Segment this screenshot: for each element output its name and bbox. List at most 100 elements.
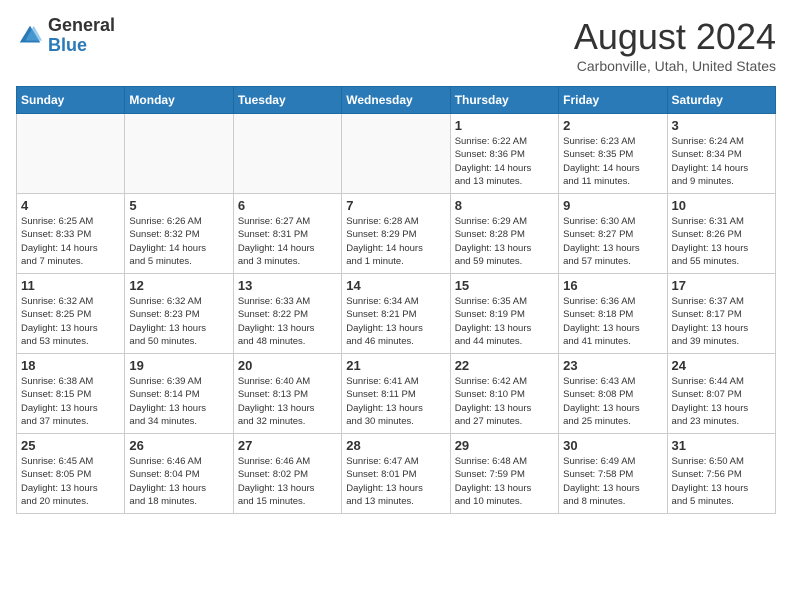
day-header-thursday: Thursday [450,87,558,114]
calendar-cell: 9 Sunrise: 6:30 AM Sunset: 8:27 PM Daylig… [559,194,667,274]
location-label: Carbonville, Utah, United States [574,58,776,74]
week-row-2: 4 Sunrise: 6:25 AM Sunset: 8:33 PM Daylig… [17,194,776,274]
calendar-cell: 28Sunrise: 6:47 AM Sunset: 8:01 PM Dayli… [342,434,450,514]
day-info: Sunrise: 6:25 AM Sunset: 8:33 PM Dayligh… [21,215,120,268]
day-info: Sunrise: 6:48 AM Sunset: 7:59 PM Dayligh… [455,455,554,508]
week-row-4: 18 Sunrise: 6:38 AM Sunset: 8:15 PM Dayli… [17,354,776,434]
calendar-cell: 26 Sunrise: 6:46 AM Sunset: 8:04 PM Dayli… [125,434,233,514]
day-number: 14 [346,278,445,293]
day-number: 19 [129,358,228,373]
day-info: Sunrise: 6:24 AM Sunset: 8:34 PM Dayligh… [672,135,771,188]
day-number: 24 [672,358,771,373]
day-header-wednesday: Wednesday [342,87,450,114]
day-number: 4 [21,198,120,213]
day-number: 18 [21,358,120,373]
day-number: 10 [672,198,771,213]
day-info: Sunrise: 6:32 AM Sunset: 8:23 PM Dayligh… [129,295,228,348]
logo-icon [16,22,44,50]
calendar-cell: 11 Sunrise: 6:32 AM Sunset: 8:25 PM Dayli… [17,274,125,354]
calendar-cell: 31 Sunrise: 6:50 AM Sunset: 7:56 PM Dayli… [667,434,775,514]
calendar-cell: 14Sunrise: 6:34 AM Sunset: 8:21 PM Dayli… [342,274,450,354]
calendar-cell [233,114,341,194]
day-info: Sunrise: 6:26 AM Sunset: 8:32 PM Dayligh… [129,215,228,268]
day-header-monday: Monday [125,87,233,114]
day-number: 29 [455,438,554,453]
calendar-cell: 25 Sunrise: 6:45 AM Sunset: 8:05 PM Dayli… [17,434,125,514]
calendar-table: SundayMondayTuesdayWednesdayThursdayFrid… [16,86,776,514]
day-header-tuesday: Tuesday [233,87,341,114]
day-number: 12 [129,278,228,293]
calendar-cell: 24 Sunrise: 6:44 AM Sunset: 8:07 PM Dayli… [667,354,775,434]
calendar-cell: 6 Sunrise: 6:27 AM Sunset: 8:31 PM Daylig… [233,194,341,274]
day-info: Sunrise: 6:35 AM Sunset: 8:19 PM Dayligh… [455,295,554,348]
calendar-cell: 7 Sunrise: 6:28 AM Sunset: 8:29 PM Daylig… [342,194,450,274]
calendar-cell: 30Sunrise: 6:49 AM Sunset: 7:58 PM Dayli… [559,434,667,514]
day-info: Sunrise: 6:46 AM Sunset: 8:04 PM Dayligh… [129,455,228,508]
page-header: General Blue August 2024 Carbonville, Ut… [16,16,776,74]
calendar-cell: 20 Sunrise: 6:40 AM Sunset: 8:13 PM Dayli… [233,354,341,434]
day-number: 22 [455,358,554,373]
day-header-saturday: Saturday [667,87,775,114]
day-number: 9 [563,198,662,213]
day-info: Sunrise: 6:40 AM Sunset: 8:13 PM Dayligh… [238,375,337,428]
calendar-header: SundayMondayTuesdayWednesdayThursdayFrid… [17,87,776,114]
day-number: 2 [563,118,662,133]
day-info: Sunrise: 6:29 AM Sunset: 8:28 PM Dayligh… [455,215,554,268]
calendar-cell: 23Sunrise: 6:43 AM Sunset: 8:08 PM Dayli… [559,354,667,434]
calendar-cell [125,114,233,194]
day-info: Sunrise: 6:38 AM Sunset: 8:15 PM Dayligh… [21,375,120,428]
day-number: 3 [672,118,771,133]
day-number: 20 [238,358,337,373]
week-row-3: 11 Sunrise: 6:32 AM Sunset: 8:25 PM Dayli… [17,274,776,354]
calendar-cell: 5 Sunrise: 6:26 AM Sunset: 8:32 PM Daylig… [125,194,233,274]
calendar-cell: 1Sunrise: 6:22 AM Sunset: 8:36 PM Daylig… [450,114,558,194]
calendar-cell: 4 Sunrise: 6:25 AM Sunset: 8:33 PM Daylig… [17,194,125,274]
day-info: Sunrise: 6:45 AM Sunset: 8:05 PM Dayligh… [21,455,120,508]
calendar-cell: 22Sunrise: 6:42 AM Sunset: 8:10 PM Dayli… [450,354,558,434]
logo-text: General Blue [48,16,115,56]
day-number: 5 [129,198,228,213]
day-info: Sunrise: 6:43 AM Sunset: 8:08 PM Dayligh… [563,375,662,428]
day-info: Sunrise: 6:27 AM Sunset: 8:31 PM Dayligh… [238,215,337,268]
week-row-5: 25 Sunrise: 6:45 AM Sunset: 8:05 PM Dayli… [17,434,776,514]
day-number: 25 [21,438,120,453]
day-info: Sunrise: 6:22 AM Sunset: 8:36 PM Dayligh… [455,135,554,188]
day-number: 6 [238,198,337,213]
day-info: Sunrise: 6:33 AM Sunset: 8:22 PM Dayligh… [238,295,337,348]
calendar-cell: 18 Sunrise: 6:38 AM Sunset: 8:15 PM Dayli… [17,354,125,434]
day-info: Sunrise: 6:41 AM Sunset: 8:11 PM Dayligh… [346,375,445,428]
week-row-1: 1Sunrise: 6:22 AM Sunset: 8:36 PM Daylig… [17,114,776,194]
day-number: 30 [563,438,662,453]
calendar-cell: 21 Sunrise: 6:41 AM Sunset: 8:11 PM Dayli… [342,354,450,434]
logo-blue-label: Blue [48,36,115,56]
day-info: Sunrise: 6:50 AM Sunset: 7:56 PM Dayligh… [672,455,771,508]
calendar-cell [342,114,450,194]
calendar-cell: 2 Sunrise: 6:23 AM Sunset: 8:35 PM Daylig… [559,114,667,194]
logo: General Blue [16,16,115,56]
day-info: Sunrise: 6:32 AM Sunset: 8:25 PM Dayligh… [21,295,120,348]
calendar-cell [17,114,125,194]
calendar-cell: 16Sunrise: 6:36 AM Sunset: 8:18 PM Dayli… [559,274,667,354]
day-number: 21 [346,358,445,373]
day-number: 28 [346,438,445,453]
calendar-cell: 15 Sunrise: 6:35 AM Sunset: 8:19 PM Dayli… [450,274,558,354]
title-block: August 2024 Carbonville, Utah, United St… [574,16,776,74]
day-number: 31 [672,438,771,453]
day-info: Sunrise: 6:36 AM Sunset: 8:18 PM Dayligh… [563,295,662,348]
day-info: Sunrise: 6:44 AM Sunset: 8:07 PM Dayligh… [672,375,771,428]
day-number: 11 [21,278,120,293]
day-info: Sunrise: 6:23 AM Sunset: 8:35 PM Dayligh… [563,135,662,188]
calendar-cell: 17Sunrise: 6:37 AM Sunset: 8:17 PM Dayli… [667,274,775,354]
day-info: Sunrise: 6:46 AM Sunset: 8:02 PM Dayligh… [238,455,337,508]
day-number: 26 [129,438,228,453]
day-info: Sunrise: 6:30 AM Sunset: 8:27 PM Dayligh… [563,215,662,268]
calendar-cell: 10Sunrise: 6:31 AM Sunset: 8:26 PM Dayli… [667,194,775,274]
day-info: Sunrise: 6:28 AM Sunset: 8:29 PM Dayligh… [346,215,445,268]
logo-general-label: General [48,16,115,36]
day-number: 27 [238,438,337,453]
calendar-cell: 13 Sunrise: 6:33 AM Sunset: 8:22 PM Dayli… [233,274,341,354]
day-number: 13 [238,278,337,293]
day-number: 7 [346,198,445,213]
day-number: 15 [455,278,554,293]
calendar-cell: 12 Sunrise: 6:32 AM Sunset: 8:23 PM Dayli… [125,274,233,354]
